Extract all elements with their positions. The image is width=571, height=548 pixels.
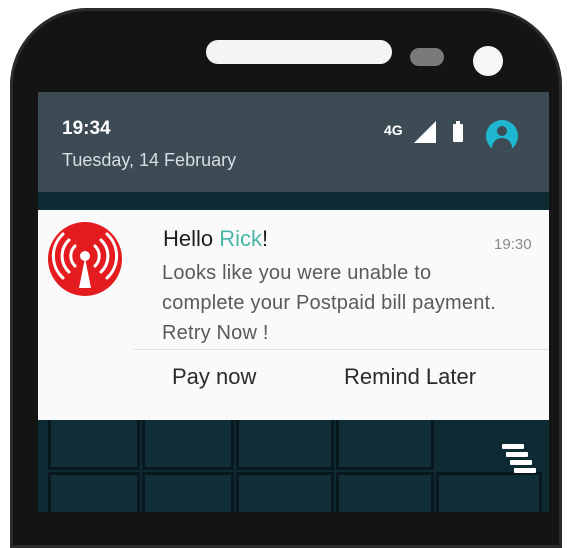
pay-now-button[interactable]: Pay now: [166, 360, 262, 394]
notification-title: Hello Rick!: [163, 226, 268, 252]
wallpaper-panel: [48, 472, 140, 512]
greeting-suffix: !: [262, 226, 269, 251]
signal-icon: [414, 121, 436, 143]
clock-date: Tuesday, 14 February: [62, 150, 237, 170]
wallpaper-panel: [142, 472, 234, 512]
network-type: 4G: [384, 122, 403, 138]
stacked-bars-icon[interactable]: [498, 444, 536, 478]
battery-icon: [453, 121, 463, 142]
broadcast-antenna-icon: [48, 222, 122, 296]
proximity-sensor: [410, 48, 444, 66]
wallpaper-panel: [236, 414, 334, 470]
notification-card[interactable]: Hello Rick! 19:30 Looks like you were un…: [38, 210, 549, 420]
wallpaper-panel: [236, 472, 334, 512]
wallpaper-panel: [142, 414, 234, 470]
greeting-text: Hello: [163, 226, 220, 251]
wallpaper-panel: [436, 472, 542, 512]
clock-time: 19:34: [62, 118, 111, 139]
notification-message: Looks like you were unable to complete y…: [162, 262, 497, 344]
notification-time: 19:30: [494, 236, 532, 253]
wallpaper-panel: [336, 472, 434, 512]
wallpaper-panel: [48, 414, 140, 470]
phone-screen: 19:34 Tuesday, 14 February 4G Hello Rick…: [38, 92, 549, 512]
status-bar: 19:34 Tuesday, 14 February 4G: [38, 92, 549, 192]
account-icon[interactable]: [486, 120, 518, 152]
wallpaper-panel: [336, 414, 434, 470]
remind-later-button[interactable]: Remind Later: [338, 360, 482, 394]
recipient-name: Rick: [219, 226, 263, 251]
front-camera: [473, 46, 503, 76]
speaker-grille: [206, 40, 392, 64]
action-divider: [134, 349, 549, 350]
